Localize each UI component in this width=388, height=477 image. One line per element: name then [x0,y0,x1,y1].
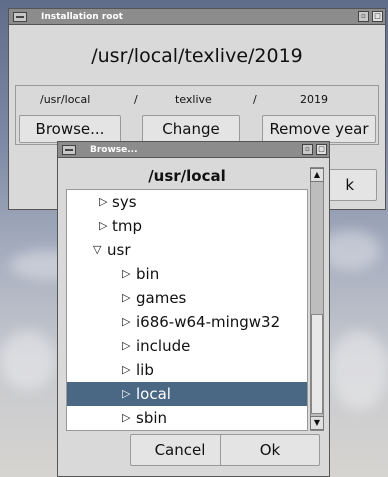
expanded-arrow-icon[interactable]: ▽ [93,238,101,262]
browse-dialog: Browse... ▫ □ /usr/local ▷ sys ▷ tmp ▽ u… [57,141,330,477]
browse-button[interactable]: Browse... [19,115,121,143]
tree-item-label: include [136,337,191,355]
tree-item-usr[interactable]: ▽ usr [67,238,307,262]
tree-item-local[interactable]: ▷ local [67,382,307,406]
tree-scrollbar[interactable]: ▲ ▼ [310,167,324,431]
remove-year-button[interactable]: Remove year [262,115,376,143]
change-button[interactable]: Change [142,115,240,143]
tree-item-sbin[interactable]: ▷ sbin [67,406,307,430]
window-titlebar[interactable]: Installation root ▫ □ [9,9,385,25]
tree-item-include[interactable]: ▷ include [67,334,307,358]
tree-item-label: usr [107,241,131,259]
path-segment: 2019 [300,93,328,106]
path-segment: /usr/local [40,93,91,106]
scroll-up-arrow-icon[interactable]: ▲ [310,168,324,182]
tree-item-label: lib [136,361,154,379]
desktop-cloud [330,330,388,410]
ok-button[interactable]: Ok [220,434,320,466]
install-ok-label: k [345,176,354,194]
tree-item-label: local [136,385,171,403]
collapsed-arrow-icon[interactable]: ▷ [122,310,130,334]
minimize-icon[interactable]: ▫ [358,11,369,22]
scroll-down-arrow-icon[interactable]: ▼ [310,416,324,430]
tree-item-label: i686-w64-mingw32 [136,313,281,331]
minimize-icon[interactable]: ▫ [302,144,313,155]
dialog-menu-icon[interactable] [62,145,76,155]
cancel-button[interactable]: Cancel [130,434,230,466]
window-title: Installation root [41,12,123,22]
install-path: /usr/local/texlive/2019 [91,45,303,67]
collapsed-arrow-icon[interactable]: ▷ [122,262,130,286]
collapsed-arrow-icon[interactable]: ▷ [122,382,130,406]
dialog-title: Browse... [90,145,138,155]
maximize-icon[interactable]: □ [372,11,383,22]
collapsed-arrow-icon[interactable]: ▷ [122,406,130,430]
path-separator: / [134,93,138,106]
tree-item-lib[interactable]: ▷ lib [67,358,307,382]
collapsed-arrow-icon[interactable]: ▷ [99,214,107,238]
tree-item-label: sys [112,193,137,211]
collapsed-arrow-icon[interactable]: ▷ [122,358,130,382]
tree-item-label: sbin [136,409,168,427]
directory-tree[interactable]: ▷ sys ▷ tmp ▽ usr ▷ bin ▷ games ▷ i686-w… [66,189,308,431]
collapsed-arrow-icon[interactable]: ▷ [122,334,130,358]
tree-item-games[interactable]: ▷ games [67,286,307,310]
tree-item-tmp[interactable]: ▷ tmp [67,214,307,238]
tree-item-i686-w64-mingw32[interactable]: ▷ i686-w64-mingw32 [67,310,307,334]
window-menu-icon[interactable] [13,12,27,22]
tree-item-label: tmp [112,217,143,235]
tree-item-label: bin [136,265,160,283]
tree-item-sys[interactable]: ▷ sys [67,190,307,214]
desktop-cloud [0,330,55,390]
dialog-titlebar[interactable]: Browse... ▫ □ [58,142,329,158]
path-segment: texlive [175,93,212,106]
current-directory: /usr/local [148,167,226,185]
maximize-icon[interactable]: □ [316,144,327,155]
tree-item-bin[interactable]: ▷ bin [67,262,307,286]
path-separator: / [253,93,257,106]
collapsed-arrow-icon[interactable]: ▷ [122,286,130,310]
collapsed-arrow-icon[interactable]: ▷ [99,190,107,214]
tree-item-label: games [136,289,187,307]
scrollbar-thumb[interactable] [311,314,323,414]
